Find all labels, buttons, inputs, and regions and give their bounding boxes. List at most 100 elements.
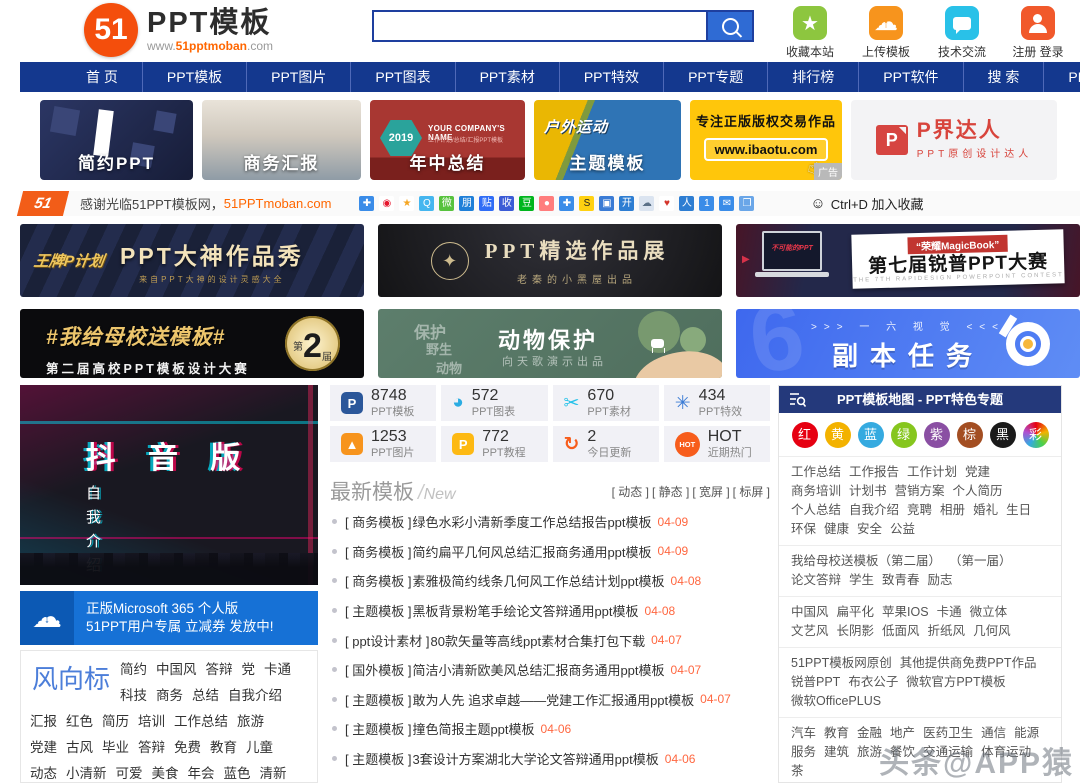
stat-cell[interactable]: ✂ 670 PPT素材 — [553, 385, 659, 421]
tag-link[interactable]: 论文答辩 — [791, 571, 841, 590]
social-icon[interactable]: 朋 — [459, 196, 474, 211]
tag-link[interactable]: 答辩 — [206, 662, 233, 677]
stat-cell[interactable]: ▲ 1253 PPT图片 — [330, 426, 436, 462]
tag-link[interactable]: 自我介绍 — [849, 501, 899, 520]
banner-rapid-ppt-contest[interactable]: ▶ 不可能的PPT “荣耀MagicBook” 第七届锐普PPT大赛 THE 7… — [736, 224, 1080, 297]
tag-link[interactable]: 体育运动 — [981, 743, 1031, 762]
social-icon[interactable]: ☁ — [639, 196, 654, 211]
tag-link[interactable]: 建筑 — [824, 743, 849, 762]
tag-link[interactable]: 答辩 — [138, 740, 165, 755]
tag-link[interactable]: 低面风 — [882, 622, 920, 641]
social-icon[interactable]: ✚ — [559, 196, 574, 211]
tag-link[interactable]: 苹果IOS — [882, 603, 929, 622]
tag-link[interactable]: 竞聘 — [907, 501, 932, 520]
nav-item[interactable]: PPT素材 — [456, 62, 560, 92]
list-item[interactable]: [ 主题模板 ] 黑板背景粉笔手绘论文答辩通用ppt模板 04-08 — [330, 596, 770, 626]
tag-link[interactable]: 环保 — [791, 520, 816, 539]
tag-link[interactable]: 工作计划 — [907, 463, 957, 482]
tag-link[interactable]: 简约 — [120, 662, 147, 677]
tag-link[interactable]: 美食 — [152, 766, 179, 781]
stat-cell[interactable]: P 8748 PPT模板 — [330, 385, 436, 421]
search-input[interactable] — [372, 10, 708, 42]
tag-link[interactable]: 旅游 — [857, 743, 882, 762]
filter-link[interactable]: [ 标屏 ] — [733, 483, 770, 500]
favorite-site-link[interactable]: ★ 收藏本站 — [780, 6, 840, 60]
social-icon[interactable]: 人 — [679, 196, 694, 211]
tag-link[interactable]: 锐普PPT — [791, 673, 840, 692]
list-item[interactable]: [ 主题模板 ] 撞色简报主题ppt模板 04-06 — [330, 714, 770, 744]
tag-link[interactable]: 卡通 — [264, 662, 291, 677]
tag-link[interactable]: 免费 — [174, 740, 201, 755]
tag-link[interactable]: 旅游 — [237, 714, 264, 729]
banner-fuben-renwu[interactable]: >>> 一 六 视 觉 <<< 副本任务 — [736, 309, 1080, 378]
tag-link[interactable]: 党建 — [30, 740, 57, 755]
tag-link[interactable]: 服务 — [791, 743, 816, 762]
tag-link[interactable]: 汇报 — [30, 714, 57, 729]
stat-cell[interactable]: ◕ 572 PPT图表 — [441, 385, 547, 421]
tag-link[interactable]: 金融 — [857, 724, 882, 743]
tag-link[interactable]: 中国风 — [156, 662, 197, 677]
upload-template-link[interactable]: ☁↑ 上传模板 — [856, 6, 916, 60]
tag-link[interactable]: 茶 — [791, 762, 804, 781]
stat-cell[interactable]: P 772 PPT教程 — [441, 426, 547, 462]
tag-link[interactable]: 致青春 — [882, 571, 920, 590]
tag-link[interactable]: 折纸风 — [928, 622, 966, 641]
nav-item[interactable]: PPT图片 — [247, 62, 351, 92]
tag-link[interactable]: 红色 — [66, 714, 93, 729]
social-icon[interactable]: ◉ — [379, 196, 394, 211]
filter-link[interactable]: [ 宽屏 ] — [692, 483, 729, 500]
site-link[interactable]: 51PPTmoban.com — [224, 196, 332, 211]
tag-link[interactable]: 医药卫生 — [923, 724, 973, 743]
hero-douyin-intro-banner[interactable]: 抖 音 版 自我介绍 — [20, 385, 318, 585]
tag-link[interactable]: 营销方案 — [895, 482, 945, 501]
social-icon[interactable]: S — [579, 196, 594, 211]
list-item[interactable]: [ 商务模板 ] 简约扁平几何风总结汇报商务通用ppt模板 04-09 — [330, 537, 770, 567]
tag-link[interactable]: 个人简历 — [953, 482, 1003, 501]
banner-school-template-contest[interactable]: #我给母校送模板# 第二届高校PPT模板设计大赛 第2届 — [20, 309, 364, 378]
banner-zhuti-moban[interactable]: 户外运动 主题模板 — [534, 100, 681, 180]
nav-item[interactable]: 搜 索 — [964, 62, 1045, 92]
tag-link[interactable]: 教育 — [210, 740, 237, 755]
social-icon[interactable]: 收 — [499, 196, 514, 211]
tag-link[interactable]: 总结 — [192, 688, 219, 703]
tag-link[interactable]: 婚礼 — [973, 501, 998, 520]
tag-link[interactable]: （第一届） — [949, 552, 1012, 571]
banner-ibaotu-ad[interactable]: 专注正版版权交易作品 www.ibaotu.com ☝ 广告 — [690, 100, 842, 180]
tag-link[interactable]: 蓝色 — [224, 766, 251, 781]
tag-link[interactable]: 安全 — [857, 520, 882, 539]
tech-exchange-link[interactable]: 技术交流 — [932, 6, 992, 60]
tag-link[interactable]: 计划书 — [849, 482, 887, 501]
banner-ppt-selected-works[interactable]: ✦ PPT精选作品展 老秦的小黑屋出品 — [378, 224, 722, 297]
color-dot[interactable]: 蓝 — [858, 422, 884, 448]
tag-link[interactable]: 布衣公子 — [848, 673, 898, 692]
tag-link[interactable]: 励志 — [928, 571, 953, 590]
tag-link[interactable]: 商务培训 — [791, 482, 841, 501]
tag-link[interactable]: 工作总结 — [174, 714, 228, 729]
tag-link[interactable]: 古风 — [66, 740, 93, 755]
tag-link[interactable]: 几何风 — [973, 622, 1011, 641]
banner-nianzhong-zongjie[interactable]: 2019 YOUR COMPANY'S NAME 工作计划/总结/汇报PPT模板… — [370, 100, 525, 180]
tag-link[interactable]: 可爱 — [116, 766, 143, 781]
tag-link[interactable]: 学生 — [849, 571, 874, 590]
list-item[interactable]: [ 国外模板 ] 简洁小清新欧美风总结汇报商务通用ppt模板 04-07 — [330, 655, 770, 685]
wind-vane-title[interactable]: 风向标 — [32, 659, 110, 696]
filter-link[interactable]: [ 动态 ] — [612, 483, 649, 500]
register-login-link[interactable]: 注册 登录 — [1008, 6, 1068, 60]
tag-link[interactable]: 我给母校送模板（第二届） — [791, 552, 941, 571]
tag-link[interactable]: 动态 — [30, 766, 57, 781]
tag-link[interactable]: 生日 — [1006, 501, 1031, 520]
social-icon[interactable]: ● — [539, 196, 554, 211]
nav-item[interactable]: PPT教程 — [1044, 62, 1080, 92]
social-icon[interactable]: 微 — [439, 196, 454, 211]
banner-ppt-master-show[interactable]: 王牌P计划 PPT大神作品秀 来自PPT大神的设计灵感大全 — [20, 224, 364, 297]
tag-link[interactable]: 小清新 — [66, 766, 107, 781]
stat-cell[interactable]: HOT HOT 近期热门 — [664, 426, 770, 462]
nav-item[interactable]: PPT专题 — [664, 62, 768, 92]
color-dot[interactable]: 彩 — [1023, 422, 1049, 448]
tag-link[interactable]: 能源 — [1014, 724, 1039, 743]
tag-link[interactable]: 餐饮 — [890, 743, 915, 762]
list-item[interactable]: [ 商务模板 ] 素雅极简约线条几何风工作总结计划ppt模板 04-08 — [330, 566, 770, 596]
tag-link[interactable]: 培训 — [138, 714, 165, 729]
banner-shangwu-huibao[interactable]: 商务汇报 — [202, 100, 361, 180]
tag-link[interactable]: 党 — [242, 662, 256, 677]
